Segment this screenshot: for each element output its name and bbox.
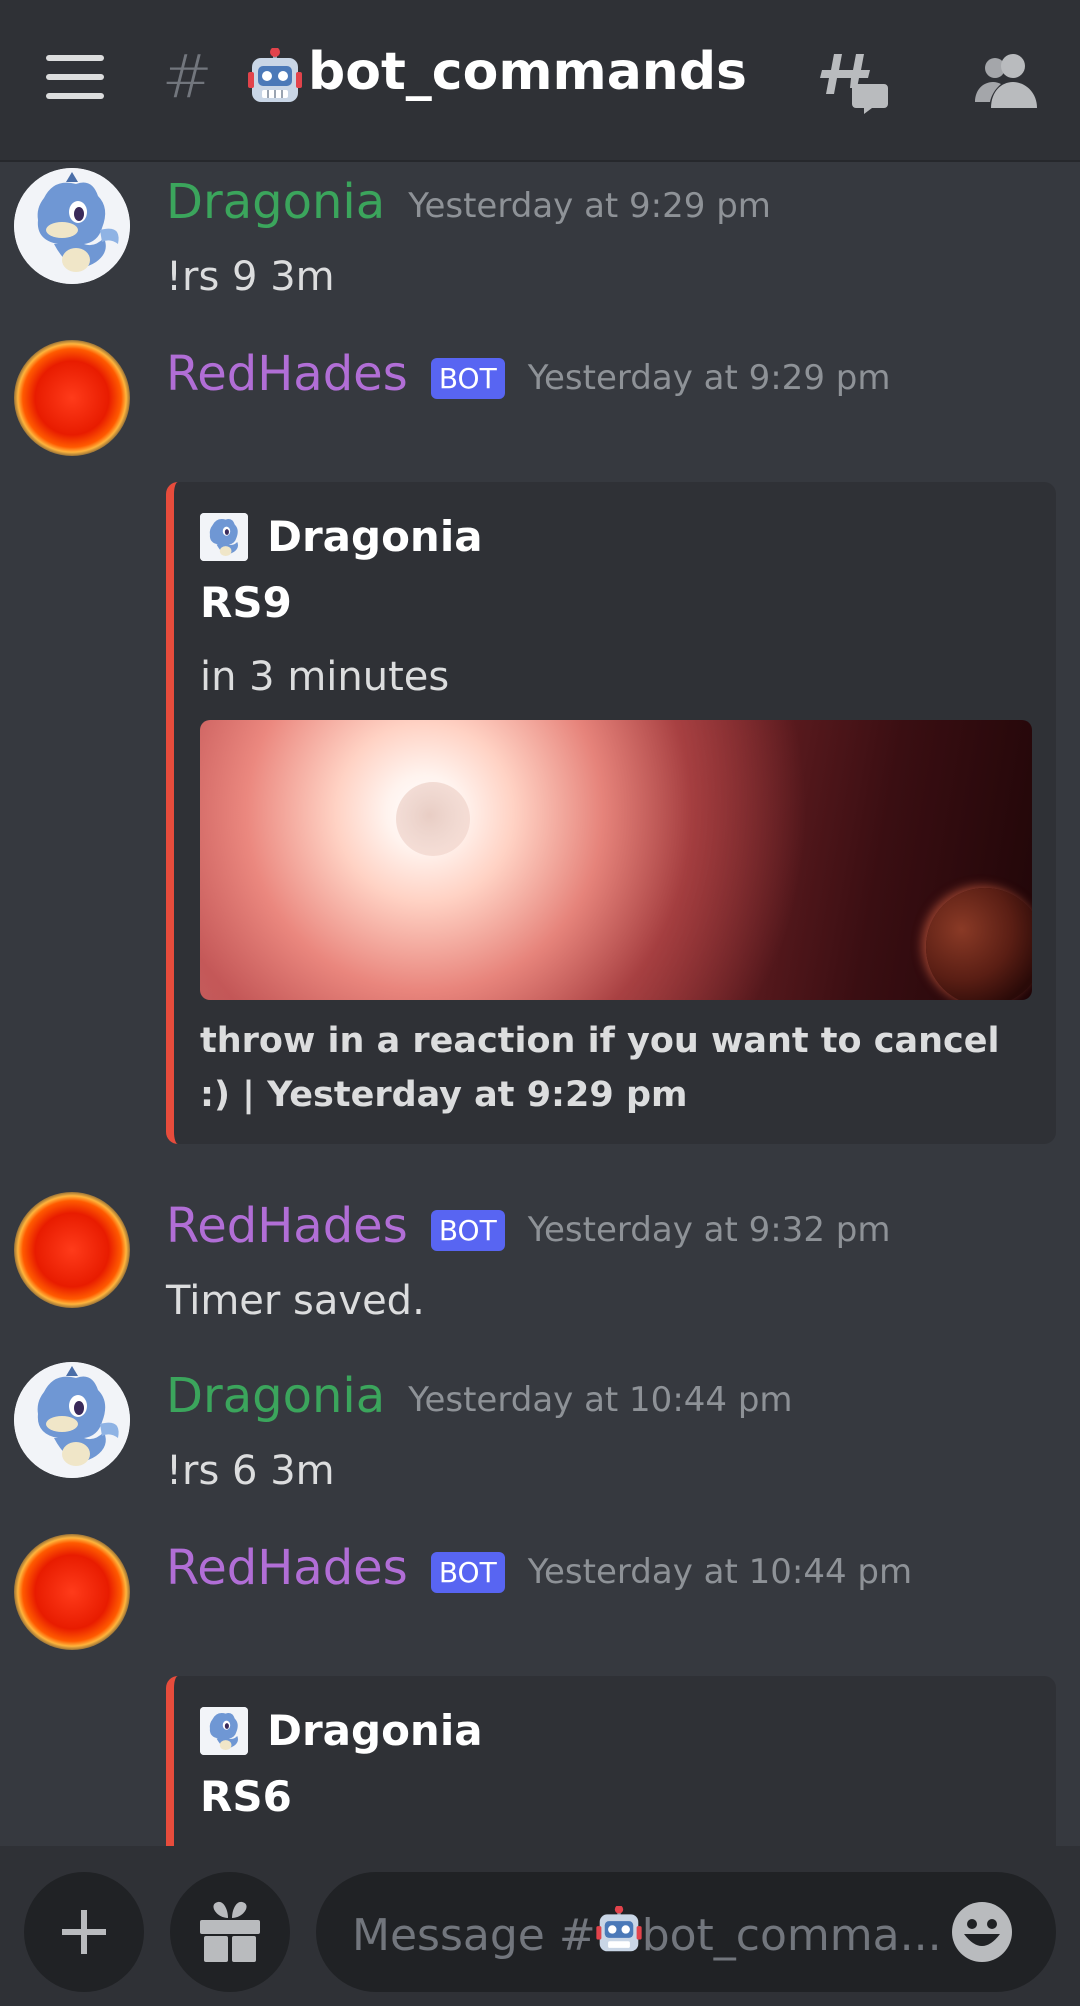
author-line: Dragonia Yesterday at 10:44 pm [166,1368,793,1428]
timestamp: Yesterday at 10:44 pm [527,1552,913,1592]
embed-image-planet [926,888,1032,1000]
robot-emoji-icon [248,48,302,102]
gift-icon [200,1901,260,1962]
embed-footer: throw in a reaction if you want to cance… [200,1021,1000,1115]
channel-header: # bot_commands [0,0,1080,162]
author-name[interactable]: Dragonia [166,1368,385,1424]
author-name[interactable]: RedHades [166,1540,408,1596]
embed-author: Dragonia [200,1706,483,1756]
menu-icon-bar [46,55,104,61]
bot-badge: BOT [430,357,505,399]
gift-button[interactable] [170,1872,290,1992]
author-line: Dragonia Yesterday at 9:29 pm [166,174,771,234]
author-name[interactable]: Dragonia [166,174,385,230]
embed-image[interactable] [200,720,1032,1000]
menu-button[interactable] [46,55,104,99]
embed-author: Dragonia [200,512,483,562]
author-name[interactable]: RedHades [166,346,408,402]
plus-icon [62,1910,106,1954]
add-attachment-button[interactable] [24,1872,144,1992]
members-icon[interactable] [975,52,1037,108]
dragon-avatar-icon [14,168,130,284]
message-content: !rs 9 3m [166,254,335,300]
sun-avatar[interactable] [14,1534,130,1650]
dragon-avatar[interactable] [14,168,130,284]
message-content: Timer saved. [166,1278,425,1324]
placeholder-suffix: bot_comma... [641,1910,942,1961]
placeholder-prefix: Message # [352,1910,596,1961]
embed-author-name: Dragonia [267,512,483,561]
robot-emoji-icon [596,1905,642,1952]
message-input-placeholder: Message # bot_comma... [352,1905,942,1961]
message-input[interactable]: Message # bot_comma... [316,1872,1056,1992]
menu-icon-bar [46,74,104,80]
sun-avatar[interactable] [14,340,130,456]
menu-icon-bar [46,93,104,99]
author-line: RedHades BOT Yesterday at 9:32 pm [166,1198,890,1258]
embed-author-avatar [200,1706,248,1755]
author-line: RedHades BOT Yesterday at 9:29 pm [166,346,890,406]
threads-icon[interactable] [820,50,888,114]
author-name[interactable]: RedHades [166,1198,408,1254]
embed-author-name: Dragonia [267,1706,483,1755]
embed-image-moon [396,782,470,856]
dragon-avatar-icon [14,1362,130,1478]
embed-title: RS6 [200,1772,292,1821]
embed-card: Dragonia RS6 [166,1676,1056,1846]
timestamp: Yesterday at 9:29 pm [408,186,771,226]
embed-description: in 3 minutes [200,654,450,700]
sun-avatar[interactable] [14,1192,130,1308]
timestamp: Yesterday at 9:32 pm [527,1210,891,1250]
embed-author-avatar [200,512,248,561]
timestamp: Yesterday at 10:44 pm [408,1380,793,1420]
bot-badge: BOT [430,1209,505,1251]
message-content: !rs 6 3m [166,1448,335,1494]
channel-name: bot_commands [308,42,748,102]
author-line: RedHades BOT Yesterday at 10:44 pm [166,1540,912,1600]
message-composer: Message # bot_comma... [0,1846,1080,2006]
timestamp: Yesterday at 9:29 pm [527,358,891,398]
bot-badge: BOT [430,1551,505,1593]
embed-title: RS9 [200,578,292,627]
dragon-avatar[interactable] [14,1362,130,1478]
embed-card: Dragonia RS9 in 3 minutes throw in a rea… [166,482,1056,1144]
channel-hash-icon: # [162,42,213,112]
emoji-icon[interactable] [950,1900,1014,1964]
